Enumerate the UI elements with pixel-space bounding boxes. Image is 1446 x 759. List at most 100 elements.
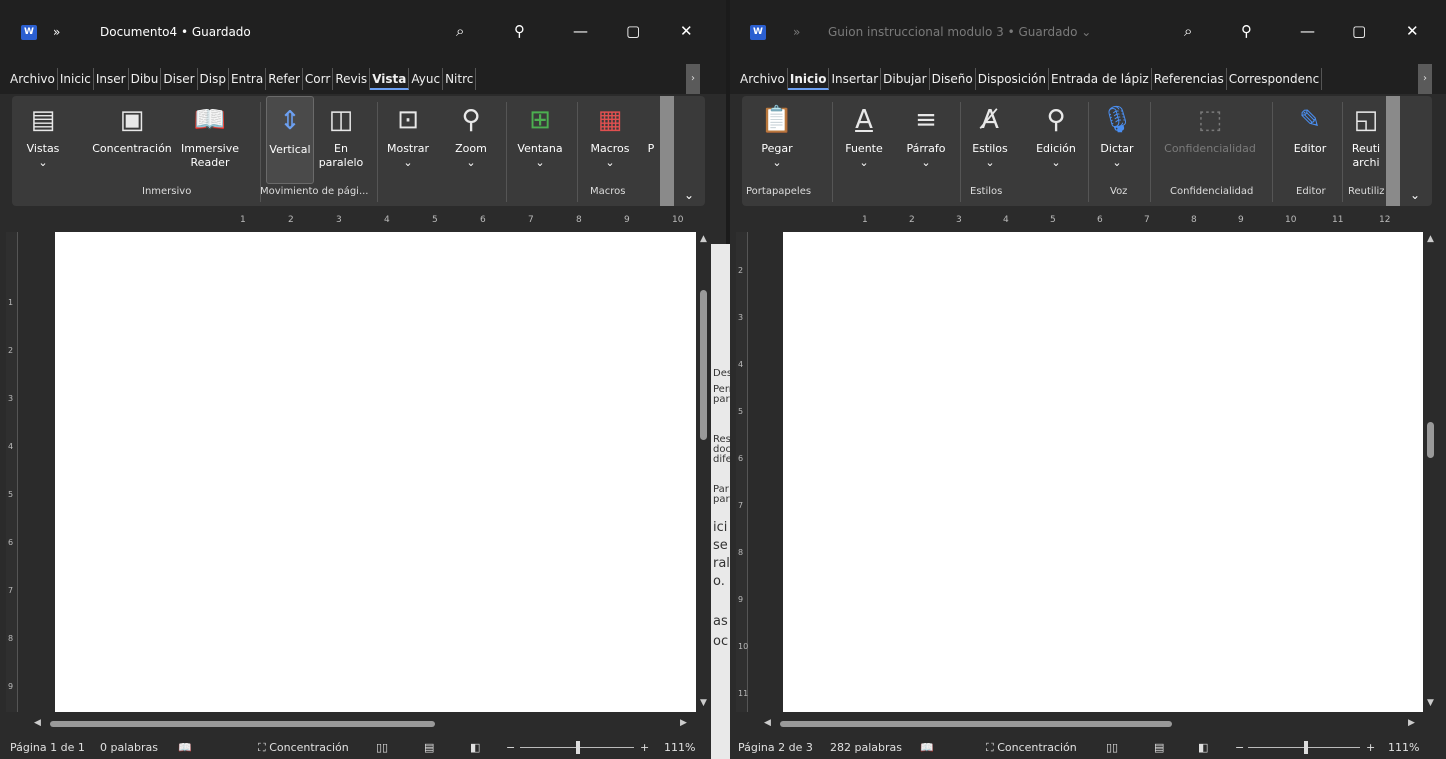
page-count[interactable]: Página 2 de 3 [738, 741, 813, 754]
zoom-in-button[interactable]: + [640, 741, 649, 754]
word-count[interactable]: 0 palabras [100, 741, 158, 754]
tab-ayuda[interactable]: Ayuc [409, 68, 444, 90]
minimize-button[interactable]: — [1300, 22, 1315, 40]
proofing-icon[interactable]: 📖 [920, 741, 934, 754]
scrollbar-thumb[interactable] [780, 721, 1172, 727]
scroll-down-icon[interactable]: ▼ [700, 698, 707, 708]
tab-archivo[interactable]: Archivo [730, 68, 788, 90]
collapse-ribbon-icon[interactable]: ⌄ [1408, 188, 1422, 202]
document-title[interactable]: Guion instruccional modulo 3 • Guardado … [828, 25, 1091, 39]
search-icon[interactable]: ⌕ [1184, 22, 1192, 40]
scrollbar-thumb[interactable] [1427, 422, 1434, 458]
tab-correspondencia[interactable]: Corr [303, 68, 334, 90]
mostrar-button[interactable]: ⊡ Mostrar ⌄ [380, 96, 436, 184]
paralelo-button[interactable]: ◫ En paralelo [316, 96, 366, 184]
tab-entrada-lapiz[interactable]: Entrada de lápiz [1049, 68, 1152, 90]
tab-revisar[interactable]: Revis [333, 68, 371, 90]
tab-vista[interactable]: Vista [370, 68, 410, 90]
overflow-chevron-icon[interactable]: » [793, 25, 800, 39]
confidencialidad-button[interactable]: ⬚ Confidencialidad [1154, 96, 1266, 184]
zoom-out-button[interactable]: − [1235, 741, 1244, 754]
read-mode-icon[interactable]: ▯▯ [1106, 741, 1118, 754]
read-mode-icon[interactable]: ▯▯ [376, 741, 388, 754]
focus-button[interactable]: ⛶ Concentración [986, 741, 1077, 755]
tab-diseno[interactable]: Diseño [930, 68, 976, 90]
tab-referencias[interactable]: Refer [266, 68, 303, 90]
scroll-right-icon[interactable]: ▶ [680, 718, 687, 728]
vistas-button[interactable]: ▤ Vistas ⌄ [18, 96, 68, 184]
close-button[interactable]: ✕ [680, 22, 693, 40]
print-layout-icon[interactable]: ▤ [1154, 741, 1164, 754]
pegar-button[interactable]: 📋 Pegar ⌄ [746, 96, 808, 184]
ribbon-scrollbar[interactable] [660, 96, 674, 206]
estilos-button[interactable]: A̸ Estilos ⌄ [964, 96, 1016, 184]
tab-dibujar[interactable]: Dibujar [881, 68, 930, 90]
overflow-chevron-icon[interactable]: » [53, 25, 60, 39]
tab-insertar[interactable]: Inser [94, 68, 129, 90]
immersive-reader-button[interactable]: 📖 Immersive Reader [178, 96, 242, 184]
more-commands-button[interactable]: P [644, 96, 658, 184]
tab-referencias[interactable]: Referencias [1152, 68, 1227, 90]
designer-icon[interactable]: ⚲ [514, 22, 525, 40]
print-layout-icon[interactable]: ▤ [424, 741, 434, 754]
zoom-level[interactable]: 111% [1388, 741, 1419, 754]
tab-inicio[interactable]: Inicio [787, 68, 830, 90]
tab-archivo[interactable]: Archivo [0, 68, 58, 90]
zoom-out-button[interactable]: − [506, 741, 515, 754]
tab-scroll-right-icon[interactable]: › [1418, 64, 1432, 94]
tab-inicio[interactable]: Inicic [58, 68, 94, 90]
document-page[interactable] [783, 232, 1423, 712]
scroll-up-icon[interactable]: ▲ [700, 234, 707, 244]
editor-button[interactable]: ✎ Editor [1282, 96, 1338, 184]
macros-button[interactable]: ▦ Macros ⌄ [582, 96, 638, 184]
ventana-button[interactable]: ⊞ Ventana ⌄ [510, 96, 570, 184]
zoom-slider-thumb[interactable] [576, 741, 580, 754]
edicion-button[interactable]: ⚲ Edición ⌄ [1030, 96, 1082, 184]
tab-nitro[interactable]: Nitrc [443, 68, 477, 90]
minimize-button[interactable]: — [573, 22, 588, 40]
search-icon[interactable]: ⌕ [456, 22, 464, 40]
ribbon-scrollbar[interactable] [1386, 96, 1400, 206]
scroll-left-icon[interactable]: ◀ [764, 718, 771, 728]
maximize-button[interactable]: ▢ [626, 22, 640, 40]
scroll-up-icon[interactable]: ▲ [1427, 234, 1434, 244]
web-layout-icon[interactable]: ◧ [470, 741, 480, 754]
parrafo-button[interactable]: ≡ Párrafo ⌄ [900, 96, 952, 184]
scrollbar-thumb[interactable] [700, 290, 707, 440]
title-bar[interactable]: W » Guion instruccional modulo 3 • Guard… [730, 0, 1446, 64]
tab-diseno[interactable]: Diser [161, 68, 198, 90]
web-layout-icon[interactable]: ◧ [1198, 741, 1208, 754]
scroll-down-icon[interactable]: ▼ [1427, 698, 1434, 708]
tab-disposicion[interactable]: Disp [198, 68, 229, 90]
tab-dibujar[interactable]: Dibu [129, 68, 162, 90]
tab-disposicion[interactable]: Disposición [976, 68, 1049, 90]
reutilizar-button[interactable]: ◱ Reuti archi [1348, 96, 1384, 184]
vertical-ruler[interactable]: 2 3 4 5 6 7 8 9 10 11 [736, 232, 748, 712]
dictar-button[interactable]: 🎙 Dictar ⌄ [1092, 96, 1142, 184]
horizontal-scrollbar[interactable]: ◀ ▶ [30, 716, 696, 732]
scrollbar-thumb[interactable] [50, 721, 435, 727]
word-app-icon[interactable]: W [750, 25, 766, 40]
document-page[interactable] [55, 232, 696, 712]
tab-entrada[interactable]: Entra [229, 68, 267, 90]
zoom-in-button[interactable]: + [1366, 741, 1375, 754]
zoom-button[interactable]: ⚲ Zoom ⌄ [446, 96, 496, 184]
horizontal-ruler[interactable]: 1 2 3 4 5 6 7 8 9 10 11 12 [730, 210, 1446, 230]
collapse-ribbon-icon[interactable]: ⌄ [682, 188, 696, 202]
page-count[interactable]: Página 1 de 1 [10, 741, 85, 754]
zoom-slider-thumb[interactable] [1304, 741, 1308, 754]
proofing-icon[interactable]: 📖 [178, 741, 192, 754]
focus-button[interactable]: ⛶ Concentración [258, 741, 349, 755]
scroll-left-icon[interactable]: ◀ [34, 718, 41, 728]
tab-correspondencia[interactable]: Correspondenc [1227, 68, 1323, 90]
horizontal-scrollbar[interactable]: ◀ ▶ [760, 716, 1424, 732]
close-button[interactable]: ✕ [1406, 22, 1419, 40]
concentracion-button[interactable]: ▣ Concentración [86, 96, 178, 184]
vertical-ruler[interactable]: 1 2 3 4 5 6 7 8 9 [6, 232, 18, 712]
maximize-button[interactable]: ▢ [1352, 22, 1366, 40]
zoom-level[interactable]: 111% [664, 741, 695, 754]
tab-insertar[interactable]: Insertar [829, 68, 882, 90]
word-count[interactable]: 282 palabras [830, 741, 902, 754]
tab-scroll-right-icon[interactable]: › [686, 64, 700, 94]
document-title[interactable]: Documento4 • Guardado [100, 25, 251, 39]
